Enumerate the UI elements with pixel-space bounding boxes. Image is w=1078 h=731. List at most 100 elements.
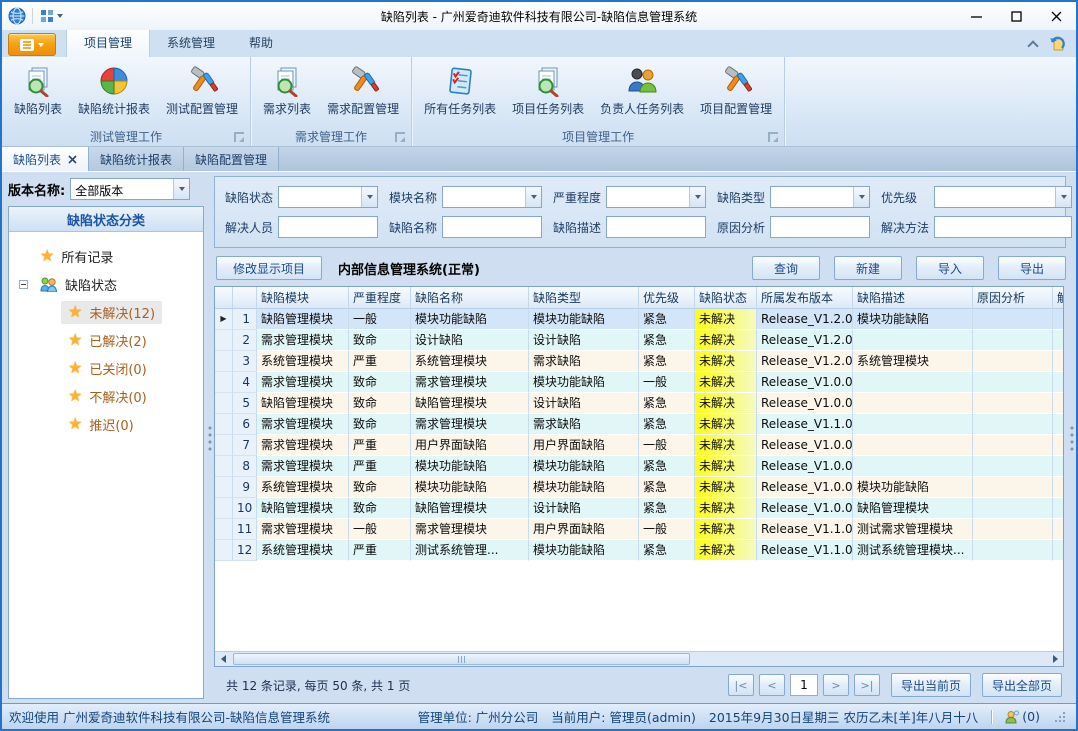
owner-tasks-button[interactable]: 负责人任务列表 — [592, 60, 692, 119]
defect-list-button[interactable]: 缺陷列表 — [6, 60, 70, 119]
first-page-button[interactable]: |< — [728, 674, 754, 696]
minimize-button[interactable] — [956, 4, 996, 28]
table-row[interactable]: ▶1缺陷管理模块一般模块功能缺陷模块功能缺陷紧急未解决Release_V1.2.… — [215, 309, 1063, 330]
tree-item[interactable]: ★不解决(0) — [13, 382, 199, 410]
table-row[interactable]: 3系统管理模块严重系统管理模块需求缺陷紧急未解决Release_V1.2.0系统… — [215, 351, 1063, 372]
collapse-minus-icon[interactable] — [19, 280, 28, 289]
doc-tab-defect-config[interactable]: 缺陷配置管理 — [184, 147, 279, 171]
table-row[interactable]: 4需求管理模块致命需求管理模块模块功能缺陷一般未解决Release_V1.0.0 — [215, 372, 1063, 393]
all-tasks-button[interactable]: 所有任务列表 — [416, 60, 504, 119]
column-header-8[interactable]: 原因分析 — [973, 287, 1053, 309]
filter-input-3[interactable] — [770, 216, 870, 238]
table-row[interactable]: 10缺陷管理模块致命缺陷管理模块设计缺陷紧急未解决Release_V1.0.0缺… — [215, 498, 1063, 519]
ribbon-help-icon[interactable] — [1049, 36, 1066, 52]
scrollbar-track[interactable] — [231, 652, 1047, 666]
horizontal-scrollbar[interactable] — [215, 651, 1063, 666]
column-header-6[interactable]: 所属发布版本 — [757, 287, 853, 309]
close-button[interactable] — [1036, 4, 1076, 28]
filter-combo-3[interactable] — [770, 186, 870, 208]
column-header-9[interactable]: 解决方法 — [1053, 287, 1064, 309]
scrollbar-thumb[interactable] — [233, 653, 690, 665]
application-menu-button[interactable] — [8, 33, 56, 56]
maximize-button[interactable] — [996, 4, 1036, 28]
filter-combo-1[interactable] — [442, 186, 542, 208]
filter-combo-0[interactable] — [278, 186, 378, 208]
filter-input-1[interactable] — [442, 216, 542, 238]
filter-input-4[interactable] — [934, 216, 1072, 238]
dialog-launcher-icon[interactable] — [234, 132, 244, 142]
requirement-list-button[interactable]: 需求列表 — [255, 60, 319, 119]
column-header-1[interactable]: 严重程度 — [349, 287, 411, 309]
table-row[interactable]: 2需求管理模块致命设计缺陷设计缺陷紧急未解决Release_V1.2.0 — [215, 330, 1063, 351]
table-row[interactable]: 11需求管理模块一般需求管理模块用户界面缺陷一般未解决Release_V1.1.… — [215, 519, 1063, 540]
resize-grip[interactable] — [1055, 711, 1066, 722]
tree-item[interactable]: ★已解决(2) — [13, 326, 199, 354]
chevron-down-icon[interactable] — [689, 187, 705, 207]
import-button[interactable]: 导入 — [916, 256, 984, 280]
table-row[interactable]: 8需求管理模块严重模块功能缺陷模块功能缺陷紧急未解决Release_V1.0.0 — [215, 456, 1063, 477]
close-icon[interactable] — [68, 155, 77, 164]
dialog-launcher-icon[interactable] — [395, 132, 405, 142]
requirement-config-button[interactable]: 需求配置管理 — [319, 60, 407, 119]
doc-tab-defect-list[interactable]: 缺陷列表 — [2, 147, 89, 171]
defect-stats-report-button[interactable]: 缺陷统计报表 — [70, 60, 158, 119]
ribbon-group-project: 所有任务列表 项目任务列表 负责人任务列表 项目配置管理 项目管理工作 — [412, 57, 785, 146]
chevron-down-icon[interactable] — [525, 187, 541, 207]
column-header-7[interactable]: 缺陷描述 — [853, 287, 973, 309]
column-header-5[interactable]: 缺陷状态 — [695, 287, 757, 309]
row-number: 9 — [233, 477, 257, 498]
export-all-pages-button[interactable]: 导出全部页 — [982, 673, 1062, 697]
table-row[interactable]: 12系统管理模块严重测试系统管理...模块功能缺陷紧急未解决Release_V1… — [215, 540, 1063, 561]
export-button[interactable]: 导出 — [998, 256, 1066, 280]
modify-columns-button[interactable]: 修改显示项目 — [216, 256, 322, 280]
quick-access-toolbar-button[interactable] — [39, 8, 65, 25]
right-splitter[interactable] — [1068, 172, 1076, 703]
chevron-down-icon[interactable] — [361, 187, 377, 207]
prev-page-button[interactable]: < — [759, 674, 785, 696]
dialog-launcher-icon[interactable] — [768, 132, 778, 142]
last-page-button[interactable]: >| — [854, 674, 880, 696]
page-number-input[interactable]: 1 — [790, 674, 818, 696]
ribbon-tab-system[interactable]: 系统管理 — [150, 29, 232, 57]
version-combobox[interactable]: 全部版本 — [70, 178, 190, 200]
chevron-down-icon[interactable] — [853, 187, 869, 207]
project-config-button[interactable]: 项目配置管理 — [692, 60, 780, 119]
cell: 需求管理模块 — [257, 372, 349, 393]
cell: Release_V1.1.0 — [757, 519, 853, 540]
defect-grid: 缺陷模块严重程度缺陷名称缺陷类型优先级缺陷状态所属发布版本缺陷描述原因分析解决方… — [214, 286, 1064, 667]
column-header-4[interactable]: 优先级 — [639, 287, 695, 309]
tree-item[interactable]: ★推迟(0) — [13, 410, 199, 438]
column-header-3[interactable]: 缺陷类型 — [529, 287, 639, 309]
export-current-page-button[interactable]: 导出当前页 — [891, 673, 971, 697]
filter-input-0[interactable] — [278, 216, 378, 238]
ribbon-tab-help[interactable]: 帮助 — [232, 29, 290, 57]
project-tasks-button[interactable]: 项目任务列表 — [504, 60, 592, 119]
cell: 设计缺陷 — [529, 498, 639, 519]
table-row[interactable]: 7需求管理模块严重用户界面缺陷用户界面缺陷一般未解决Release_V1.0.0 — [215, 435, 1063, 456]
collapse-ribbon-chevron-up-icon[interactable] — [1027, 40, 1038, 51]
doc-tab-defect-stats[interactable]: 缺陷统计报表 — [89, 147, 184, 171]
scroll-right-icon[interactable] — [1047, 652, 1063, 666]
scroll-left-icon[interactable] — [215, 652, 231, 666]
table-row[interactable]: 5缺陷管理模块致命缺陷管理模块设计缺陷紧急未解决Release_V1.0.0 — [215, 393, 1063, 414]
column-header-2[interactable]: 缺陷名称 — [411, 287, 529, 309]
filter-combo-2[interactable] — [606, 186, 706, 208]
cell: 致命 — [349, 372, 411, 393]
column-header-0[interactable]: 缺陷模块 — [257, 287, 349, 309]
cell: Release_V1.2.0 — [757, 351, 853, 372]
test-config-button[interactable]: 测试配置管理 — [158, 60, 246, 119]
tree-item[interactable]: 缺陷状态 — [13, 270, 199, 298]
filter-combo-4[interactable] — [934, 186, 1072, 208]
new-button[interactable]: 新建 — [834, 256, 902, 280]
tree-item[interactable]: ★已关闭(0) — [13, 354, 199, 382]
search-button[interactable]: 查询 — [752, 256, 820, 280]
tree-item[interactable]: ★所有记录 — [13, 242, 199, 270]
table-row[interactable]: 9系统管理模块致命模块功能缺陷模块功能缺陷紧急未解决Release_V1.0.0… — [215, 477, 1063, 498]
tree-item[interactable]: ★未解决(12) — [13, 298, 199, 326]
left-splitter[interactable] — [206, 172, 214, 703]
next-page-button[interactable]: > — [823, 674, 849, 696]
chevron-down-icon[interactable] — [173, 179, 189, 199]
ribbon-tab-project[interactable]: 项目管理 — [66, 28, 150, 57]
filter-input-2[interactable] — [606, 216, 706, 238]
table-row[interactable]: 6需求管理模块致命需求管理模块需求缺陷紧急未解决Release_V1.1.0 — [215, 414, 1063, 435]
